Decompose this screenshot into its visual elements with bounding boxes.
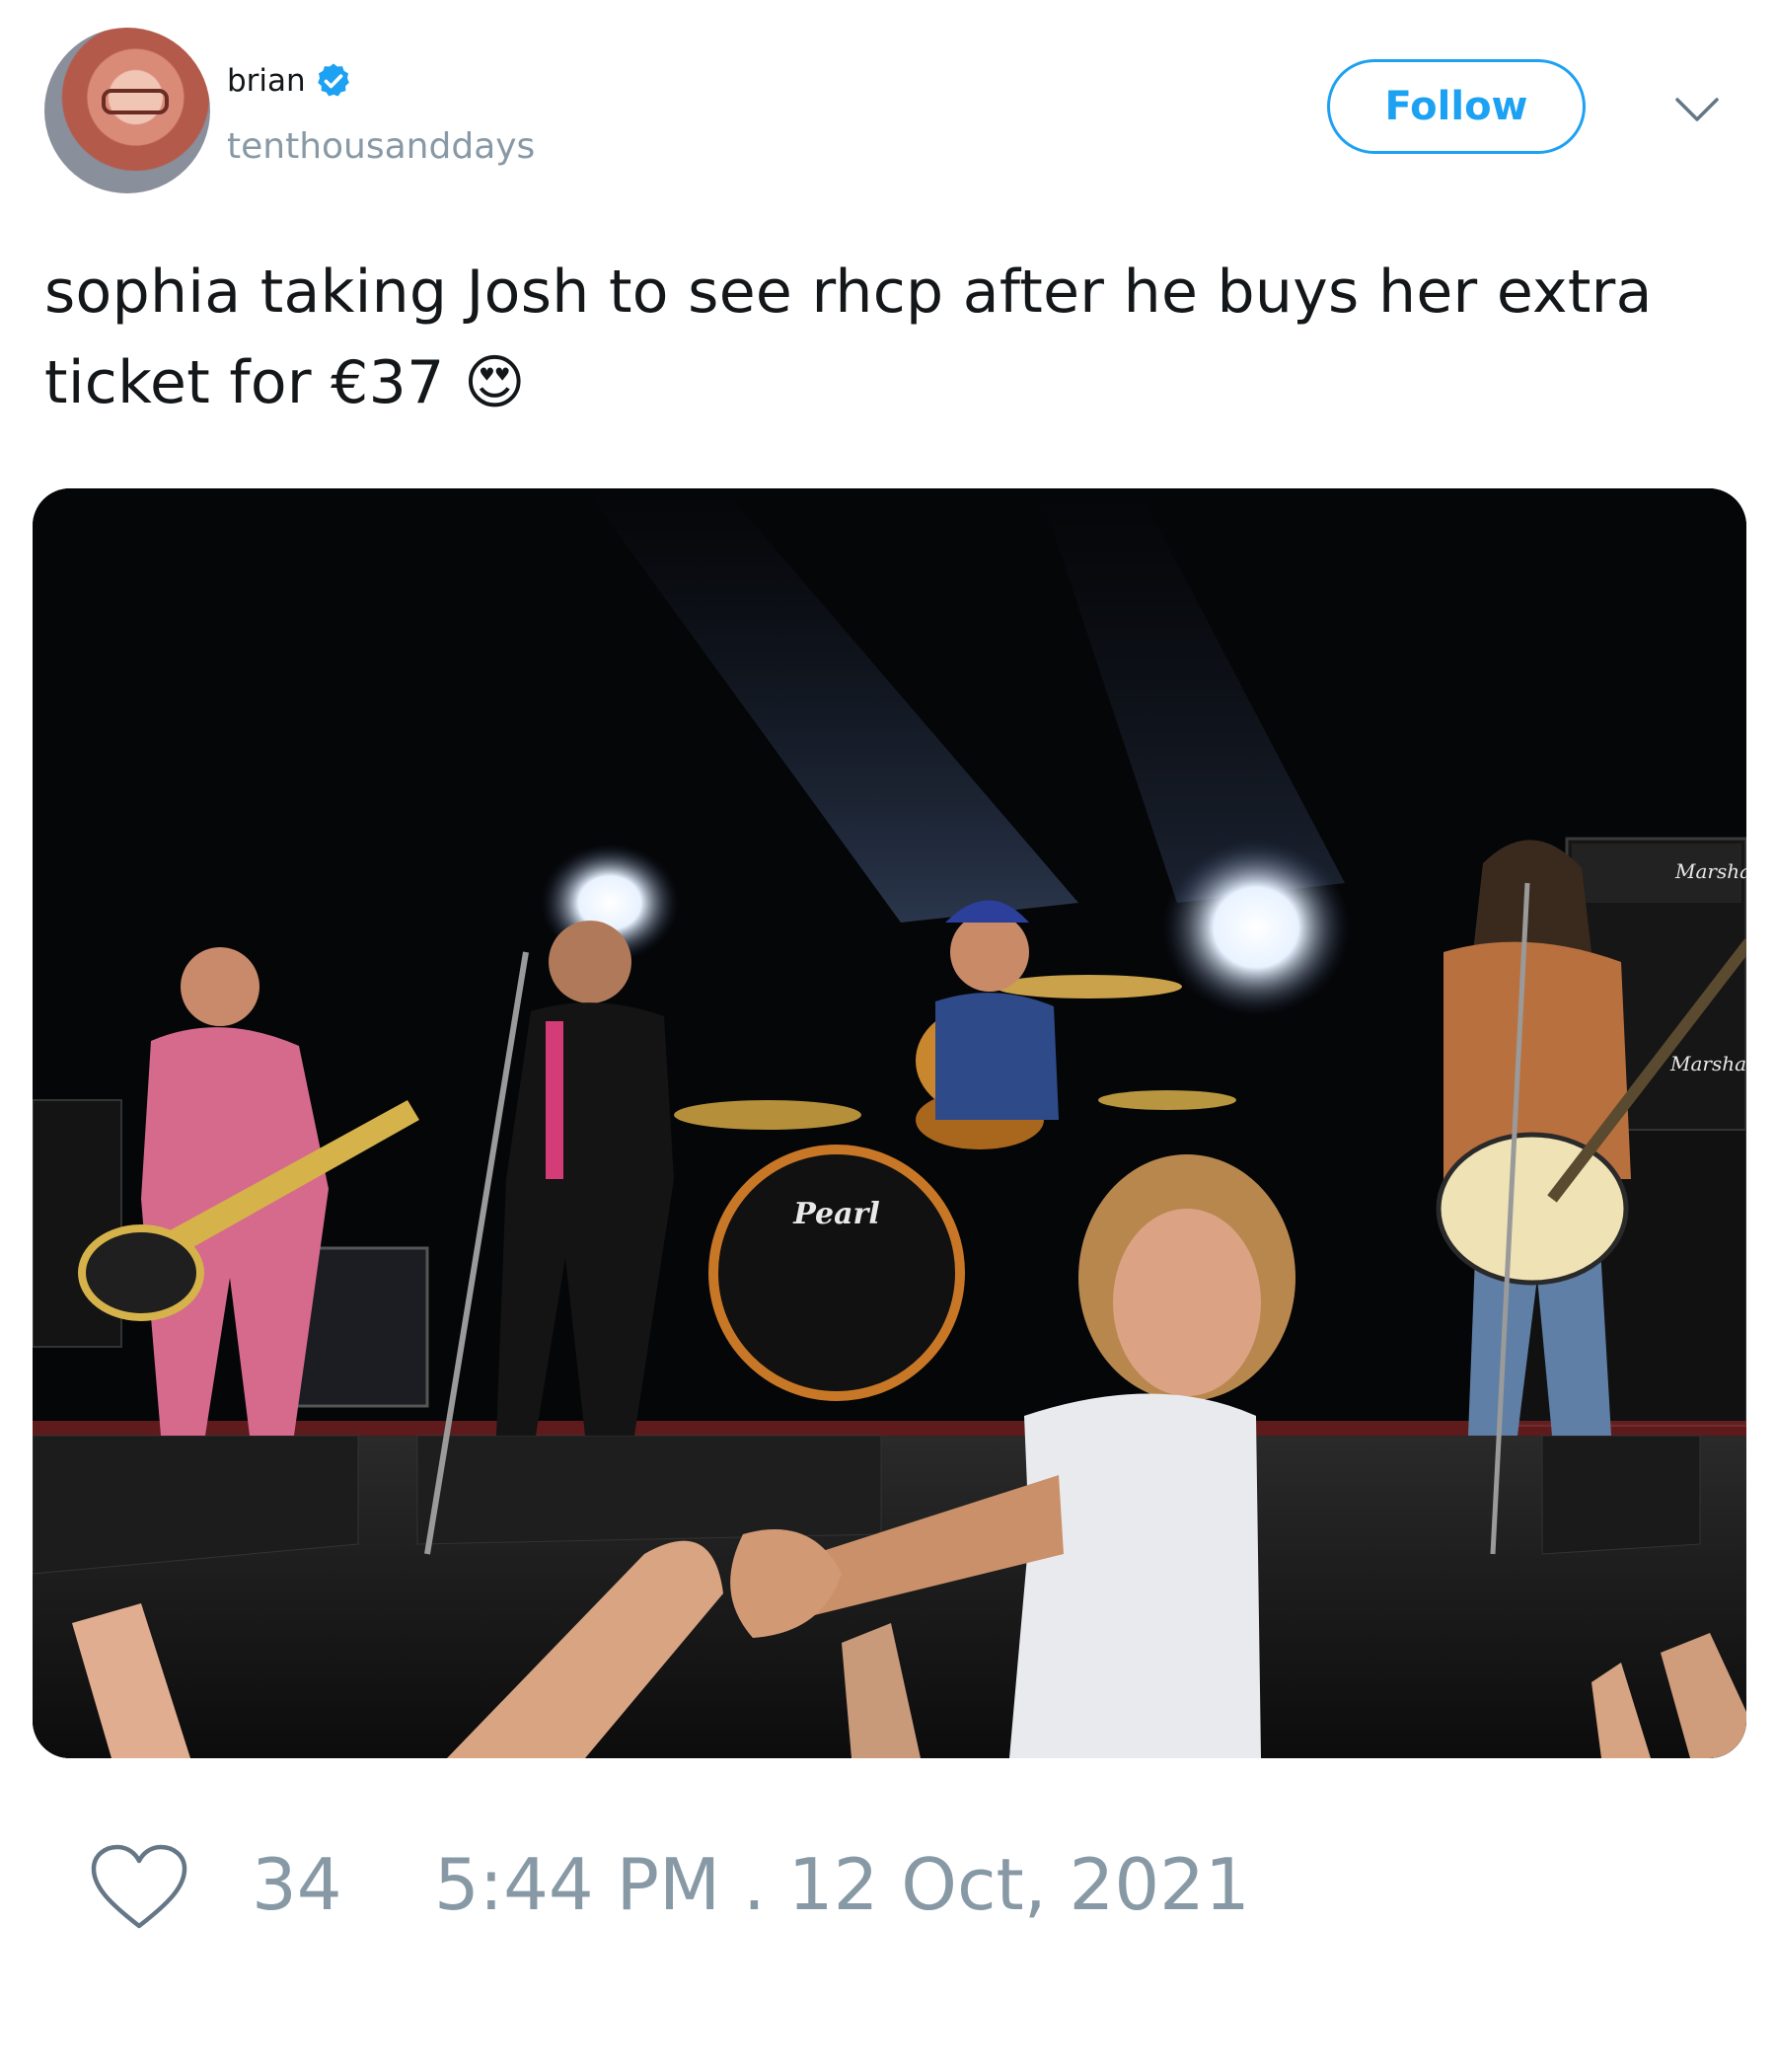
follow-button[interactable]: Follow [1327, 59, 1586, 154]
tweet-text: sophia taking Josh to see rhcp after he … [44, 258, 1653, 417]
chevron-down-icon[interactable] [1672, 85, 1722, 134]
tweet-photo[interactable]: Marshall Marshall Marshall Pearl [33, 488, 1746, 1758]
user-handle[interactable]: tenthousanddays [227, 126, 535, 167]
tweet-footer: 34 5:44 PM . 12 Oct, 2021 [89, 1835, 1667, 1944]
avatar[interactable] [44, 28, 210, 193]
heart-icon[interactable] [89, 1843, 189, 1932]
bass-drum [708, 1145, 965, 1401]
amp-logo: Marshall [1669, 1052, 1746, 1075]
display-name[interactable]: brian [227, 63, 306, 99]
verified-badge-icon [317, 63, 349, 97]
stage-light [1162, 839, 1350, 1016]
tweet-header: brian tenthousanddays Follow [44, 28, 1737, 195]
like-count: 34 [252, 1843, 342, 1926]
timestamp[interactable]: 5:44 PM . 12 Oct, 2021 [434, 1843, 1250, 1926]
name-row: brian [227, 61, 353, 101]
drum-logo: Pearl [792, 1197, 879, 1231]
concert-photo-illustration: Marshall Marshall Marshall Pearl [33, 488, 1746, 1758]
amp-logo: Marshall [1674, 859, 1746, 883]
